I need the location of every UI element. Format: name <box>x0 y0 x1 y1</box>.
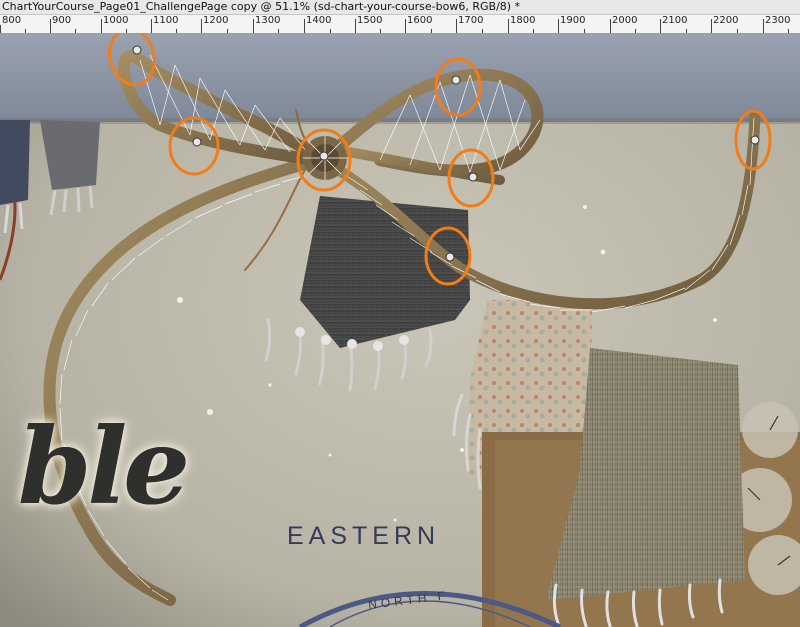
warp-handle[interactable] <box>424 226 472 286</box>
warp-handle[interactable] <box>296 128 352 192</box>
document-canvas[interactable]: ble EASTERN NORTH F <box>0 34 800 627</box>
warp-handles-overlay <box>104 34 772 286</box>
warp-handle[interactable] <box>434 57 482 117</box>
document-title-bar: ChartYourCourse_Page01_ChallengePage cop… <box>0 0 800 15</box>
document-title: ChartYourCourse_Page01_ChallengePage cop… <box>2 0 521 13</box>
warp-handle[interactable] <box>734 109 772 171</box>
horizontal-ruler[interactable]: 800 900 1000 1100 1200 1300 1400 1500 16… <box>0 15 800 34</box>
warp-handle[interactable] <box>104 34 161 90</box>
warp-handle[interactable] <box>447 148 495 208</box>
warp-handle[interactable] <box>168 116 220 176</box>
ruler-tick-marks <box>0 19 789 33</box>
